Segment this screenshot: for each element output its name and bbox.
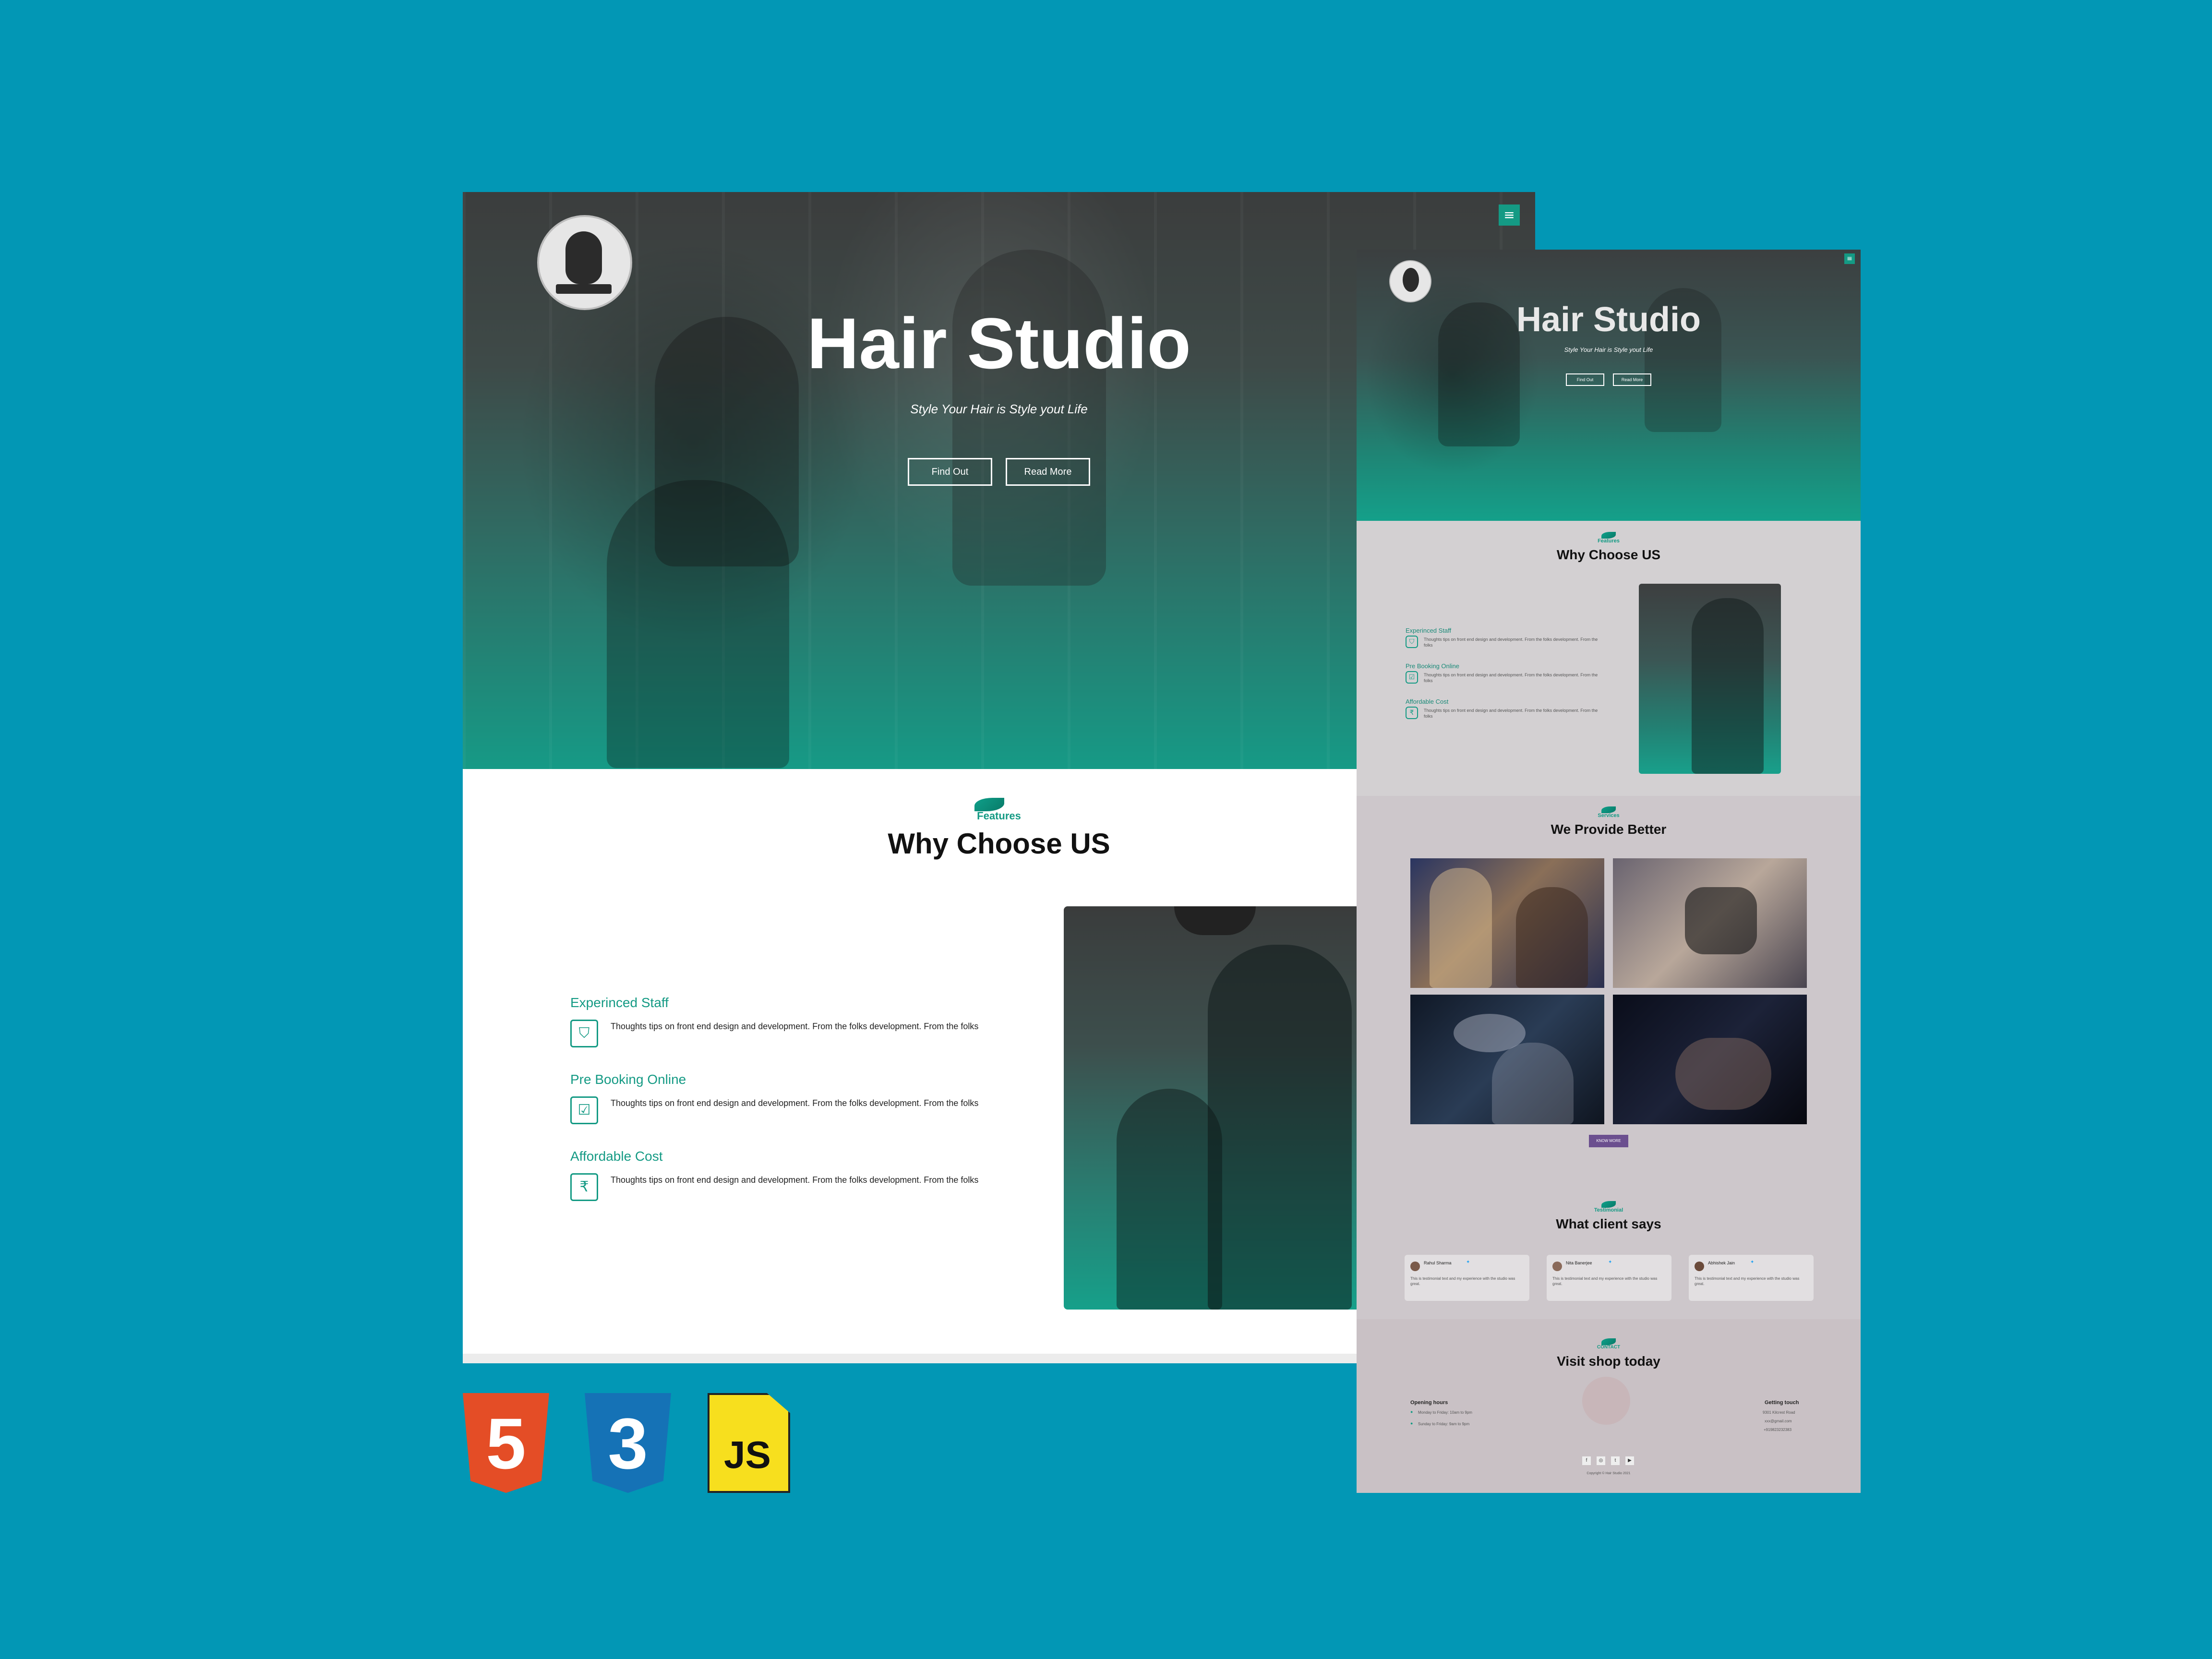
twitter-icon[interactable]: t	[1611, 1456, 1620, 1465]
contact-kicker: CONTACT	[1597, 1345, 1621, 1350]
services-title: We Provide Better	[1551, 822, 1667, 837]
testimonial-text: This is testimonial text and my experien…	[1410, 1276, 1515, 1286]
testimonial-text: This is testimonial text and my experien…	[1695, 1276, 1800, 1286]
phone-line[interactable]: +919823232383	[1764, 1428, 1791, 1432]
barber-figure	[1208, 945, 1352, 1310]
services-kicker: Services	[1598, 813, 1620, 818]
js-badge: JS	[708, 1393, 790, 1493]
client-name: Nita Banerjee	[1566, 1261, 1592, 1265]
shield-icon: ⛉	[570, 1020, 598, 1047]
opening-hours-line: Monday to Friday: 10am to 9pm	[1418, 1410, 1472, 1415]
bearded-man-logo-icon	[565, 231, 602, 284]
client-figure	[1117, 1089, 1222, 1310]
trim-client-shape	[1675, 1038, 1771, 1110]
avatar	[1695, 1262, 1704, 1271]
testimonial-text: This is testimonial text and my experien…	[1552, 1276, 1658, 1286]
spray-client-shape	[1492, 1043, 1574, 1124]
feature-title-staff: Experinced Staff	[570, 995, 669, 1010]
feature-text-cost: Thoughts tips on front end design and de…	[611, 1175, 979, 1185]
mobile-rupee-icon: ₹	[1406, 707, 1418, 719]
testimonial-card: Nita Banerjee ✦ This is testimonial text…	[1547, 1255, 1671, 1301]
customer-silhouette	[607, 480, 789, 768]
clock-icon: ●	[1410, 1409, 1413, 1414]
mobile-hero-title: Hair Studio	[1516, 301, 1701, 339]
twitter-icon: ✦	[1608, 1260, 1612, 1265]
contact-title: Visit shop today	[1557, 1354, 1660, 1369]
getting-touch-title: Getting touch	[1765, 1400, 1799, 1406]
opening-hours-line: Sunday to Friday: 9am to 9pm	[1418, 1422, 1470, 1426]
feature-title-booking: Pre Booking Online	[570, 1072, 686, 1087]
menu-button[interactable]: ≡	[1499, 204, 1520, 226]
testimonials-kicker: Testimonial	[1594, 1207, 1623, 1213]
mobile-feature-text-cost: Thoughts tips on front end design and de…	[1424, 708, 1598, 719]
client-name: Abhishek Jain	[1708, 1261, 1735, 1265]
mobile-checkbox-icon: ☑	[1406, 671, 1418, 684]
css3-icon: 3	[608, 1403, 648, 1484]
testimonial-card: Rahul Sharma ✦ This is testimonial text …	[1405, 1255, 1529, 1301]
logo-ribbon	[556, 284, 612, 294]
mobile-barber-photo	[1639, 584, 1781, 774]
mobile-feature-text-staff: Thoughts tips on front end design and de…	[1424, 637, 1598, 648]
know-more-button[interactable]: KNOW MORE	[1589, 1135, 1628, 1147]
mobile-features-title: Why Choose US	[1556, 547, 1661, 562]
lamp-shape	[1174, 906, 1256, 935]
mobile-read-more-button[interactable]: Read More	[1613, 373, 1651, 386]
twitter-icon: ✦	[1466, 1260, 1470, 1265]
youtube-icon[interactable]: ▶	[1625, 1456, 1634, 1465]
js-icon: JS	[724, 1433, 771, 1476]
mobile-menu-button[interactable]: ≡	[1844, 253, 1855, 264]
client-name: Rahul Sharma	[1424, 1261, 1452, 1265]
mobile-shield-icon: ⛉	[1406, 636, 1418, 648]
mobile-feature-title-cost: Affordable Cost	[1406, 698, 1449, 705]
mobile-feature-text-booking: Thoughts tips on front end design and de…	[1424, 673, 1598, 683]
mobile-feature-title-booking: Pre Booking Online	[1406, 662, 1460, 670]
mobile-barber-figure	[1692, 598, 1764, 774]
mobile-find-out-button[interactable]: Find Out	[1566, 373, 1604, 386]
service-photo-beard	[1613, 858, 1807, 988]
opening-hours-title: Opening hours	[1410, 1400, 1448, 1406]
checkbox-icon: ☑	[570, 1096, 598, 1124]
service-photo-haircut	[1410, 858, 1604, 988]
feature-text-booking: Thoughts tips on front end design and de…	[611, 1098, 979, 1108]
clock-icon: ●	[1410, 1421, 1413, 1426]
service-photo-spray	[1410, 995, 1604, 1124]
barber-photo	[1064, 906, 1400, 1310]
logo[interactable]	[537, 215, 632, 310]
html5-icon: 5	[486, 1403, 526, 1484]
hamburger-icon: ≡	[1503, 207, 1515, 223]
gloved-hands-shape	[1685, 887, 1757, 954]
testimonial-card: Abhishek Jain ✦ This is testimonial text…	[1689, 1255, 1814, 1301]
address-line: 9301 Kilcrest Road	[1763, 1410, 1795, 1415]
avatar	[1410, 1262, 1420, 1271]
mobile-feature-title-staff: Experinced Staff	[1406, 627, 1452, 634]
service-photo-trim	[1613, 995, 1807, 1124]
client-shape	[1516, 887, 1588, 988]
facebook-icon[interactable]: f	[1582, 1456, 1591, 1465]
instagram-icon[interactable]: ◎	[1597, 1456, 1605, 1465]
services-section: Services We Provide Better KNOW MORE	[1357, 796, 1861, 1185]
mobile-hero-section: ≡ Hair Studio Style Your Hair is Style y…	[1357, 250, 1861, 521]
mobile-features-kicker: Features	[1598, 538, 1620, 544]
twitter-icon: ✦	[1750, 1260, 1755, 1265]
css3-badge: 3	[585, 1393, 671, 1493]
find-out-button[interactable]: Find Out	[908, 458, 992, 486]
testimonials-title: What client says	[1556, 1216, 1661, 1231]
feature-title-cost: Affordable Cost	[570, 1149, 663, 1164]
html5-badge: 5	[463, 1393, 549, 1493]
email-line[interactable]: xxx@gmail.com	[1765, 1419, 1792, 1423]
rupee-icon: ₹	[570, 1173, 598, 1201]
mobile-bearded-man-logo-icon	[1403, 268, 1419, 292]
avatar	[1552, 1262, 1562, 1271]
contact-section: CONTACT Visit shop today Opening hours M…	[1357, 1319, 1861, 1493]
mobile-hero-subtitle: Style Your Hair is Style yout Life	[1564, 346, 1653, 353]
map-marker-shape	[1582, 1377, 1630, 1425]
mobile-mockup: ≡ Hair Studio Style Your Hair is Style y…	[1357, 250, 1861, 1493]
mobile-logo[interactable]	[1389, 260, 1431, 302]
feature-text-staff: Thoughts tips on front end design and de…	[611, 1022, 979, 1031]
copyright: Copyright © Hair Studio 2021	[1587, 1472, 1631, 1475]
stylist-shape	[1430, 868, 1492, 988]
stylist-silhouette	[952, 250, 1106, 586]
read-more-button[interactable]: Read More	[1006, 458, 1090, 486]
mobile-hamburger-icon: ≡	[1847, 255, 1852, 263]
